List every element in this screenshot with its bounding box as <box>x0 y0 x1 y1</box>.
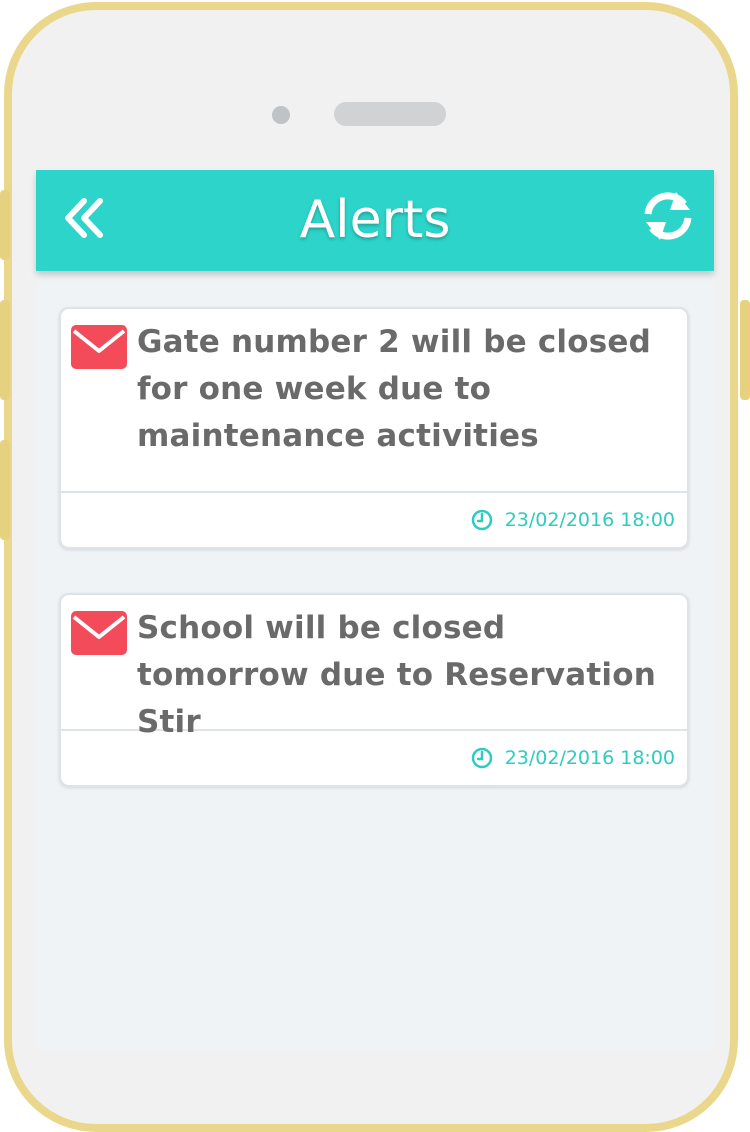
phone-side-button <box>0 190 10 260</box>
envelope-icon <box>71 325 127 369</box>
alert-message: Gate number 2 will be closed for one wee… <box>137 324 651 454</box>
alert-card-footer: 23/02/2016 18:00 <box>61 493 687 547</box>
refresh-button[interactable] <box>640 188 696 244</box>
phone-side-button <box>0 300 10 400</box>
alert-card[interactable]: Gate number 2 will be closed for one wee… <box>59 307 689 549</box>
phone-camera <box>272 106 290 124</box>
phone-side-button <box>0 440 10 540</box>
refresh-icon <box>644 192 692 240</box>
alert-timestamp: 23/02/2016 18:00 <box>471 493 675 547</box>
alert-card-footer: 23/02/2016 18:00 <box>61 731 687 785</box>
alert-message: School will be closed tomorrow due to Re… <box>137 610 657 740</box>
clock-icon <box>471 509 492 531</box>
app-screen: Alerts Gate number 2 will be closed for … <box>36 170 714 1050</box>
alert-card[interactable]: School will be closed tomorrow due to Re… <box>59 593 689 787</box>
app-header: Alerts <box>36 170 714 271</box>
alert-timestamp-text: 23/02/2016 18:00 <box>504 509 675 531</box>
page-title: Alerts <box>299 190 451 250</box>
envelope-icon <box>71 611 127 655</box>
phone-speaker <box>334 102 446 126</box>
alert-timestamp: 23/02/2016 18:00 <box>471 731 675 785</box>
clock-icon <box>471 747 492 769</box>
phone-side-button <box>740 300 750 400</box>
alert-card-body: School will be closed tomorrow due to Re… <box>61 595 687 740</box>
alert-timestamp-text: 23/02/2016 18:00 <box>504 747 675 769</box>
alert-card-body: Gate number 2 will be closed for one wee… <box>61 309 687 493</box>
